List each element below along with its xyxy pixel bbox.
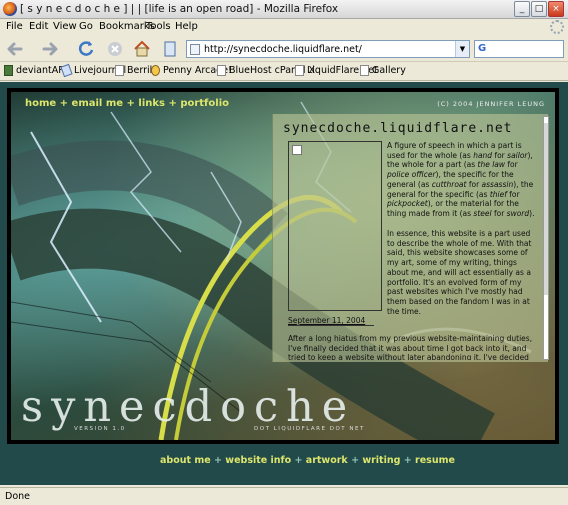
page-icon — [115, 65, 124, 76]
definition-paragraph: A figure of speech in which a part is us… — [387, 141, 535, 218]
image-placeholder — [288, 141, 382, 311]
bookmark-page-button[interactable] — [160, 39, 180, 59]
back-arrow-icon — [7, 42, 23, 56]
bottom-separator: + — [294, 455, 303, 466]
navigation-toolbar: http://synecdoche.liquidflare.net/ ▼ G — [0, 36, 568, 62]
post-divider — [288, 325, 374, 326]
copyright-text: (C) 2004 JENNIFER LEUNG — [437, 100, 545, 108]
stop-button[interactable] — [105, 39, 125, 59]
menu-edit[interactable]: Edit — [29, 21, 48, 32]
bottom-separator: + — [214, 455, 222, 466]
page-icon — [295, 65, 304, 76]
window-title: [ s y n e c d o c h e ] | | [life is an … — [20, 3, 339, 15]
page-icon — [164, 41, 176, 57]
maximize-button[interactable]: □ — [531, 1, 547, 17]
close-button[interactable]: × — [548, 1, 564, 17]
search-box[interactable]: G — [474, 40, 564, 58]
address-input[interactable]: http://synecdoche.liquidflare.net/ — [204, 44, 362, 55]
forward-button[interactable] — [40, 39, 60, 59]
nav-email-link[interactable]: email me — [72, 98, 124, 109]
livejournal-icon — [60, 63, 73, 78]
menu-file[interactable]: File — [6, 21, 23, 32]
address-bar[interactable]: http://synecdoche.liquidflare.net/ ▼ — [186, 40, 470, 58]
version-label: VERSION 1.0 — [74, 426, 126, 432]
reload-icon — [78, 41, 94, 56]
back-button[interactable] — [5, 39, 25, 59]
url-dropdown-icon[interactable]: ▼ — [455, 41, 469, 57]
stop-icon — [108, 42, 122, 56]
reload-button[interactable] — [76, 39, 96, 59]
domain-label: DOT LIQUIDFLARE DOT NET — [254, 426, 365, 432]
bookmark-berrik[interactable]: Berrik — [115, 65, 155, 76]
header-artwork: home + email me + links + portfolio (C) … — [11, 92, 555, 440]
home-button[interactable] — [132, 39, 152, 59]
penny-arcade-icon — [151, 65, 160, 76]
site-frame: home + email me + links + portfolio (C) … — [7, 88, 559, 444]
nav-home-link[interactable]: home — [25, 98, 56, 109]
menu-go[interactable]: Go — [79, 21, 93, 32]
bottom-resume-link[interactable]: resume — [415, 455, 455, 466]
nav-links-link[interactable]: links — [138, 98, 165, 109]
page-icon — [360, 65, 369, 76]
menu-help[interactable]: Help — [175, 21, 198, 32]
site-top-nav: home + email me + links + portfolio — [25, 98, 229, 109]
home-icon — [134, 40, 150, 57]
page-icon — [217, 65, 226, 76]
site-bottom-nav: about me + website info + artwork + writ… — [160, 455, 455, 466]
google-icon[interactable]: G — [478, 43, 486, 54]
page-viewport: home + email me + links + portfolio (C) … — [0, 82, 568, 485]
menu-view[interactable]: View — [53, 21, 77, 32]
page-favicon-icon — [190, 44, 200, 55]
forward-arrow-icon — [42, 42, 58, 56]
bottom-separator: + — [351, 455, 360, 466]
essence-paragraph: In essence, this website is a part used … — [387, 229, 532, 316]
bookmark-gallery[interactable]: Gallery — [360, 65, 406, 76]
minimize-button[interactable]: _ — [514, 1, 530, 17]
bottom-artwork-link[interactable]: artwork — [306, 455, 348, 466]
bottom-website-info-link[interactable]: website info — [225, 455, 291, 466]
bookmark-label: Gallery — [372, 65, 406, 76]
scrollbar-thumb[interactable] — [544, 123, 548, 295]
broken-image-icon — [292, 145, 302, 155]
firefox-icon — [3, 2, 17, 16]
title-bar: [ s y n e c d o c h e ] | | [life is an … — [0, 0, 568, 19]
status-bar: Done — [0, 487, 568, 505]
nav-separator: + — [123, 98, 139, 109]
post-date-link[interactable]: September 11, 2004 — [288, 316, 365, 325]
bookmarks-toolbar: deviantART Livejournal Berrik Penny Arca… — [0, 63, 568, 81]
menu-tools[interactable]: Tools — [146, 21, 171, 32]
deviantart-icon — [4, 65, 13, 76]
menu-bar: File Edit View Go Bookmarks Tools Help — [0, 19, 568, 36]
content-panel: synecdoche.liquidflare.net A figure of s… — [272, 114, 549, 362]
nav-separator: + — [56, 98, 72, 109]
panel-scrollbar[interactable] — [543, 116, 549, 360]
site-logo-title: synecdoche — [21, 382, 356, 432]
nav-portfolio-link[interactable]: portfolio — [180, 98, 229, 109]
panel-title: synecdoche.liquidflare.net — [283, 121, 513, 136]
bottom-writing-link[interactable]: writing — [362, 455, 400, 466]
throbber-icon — [550, 20, 564, 34]
nav-separator: + — [164, 98, 181, 109]
post-body: After a long hiatus from my previous web… — [288, 334, 533, 360]
status-text: Done — [5, 491, 30, 502]
bottom-separator: + — [403, 455, 412, 466]
bottom-about-link[interactable]: about me — [160, 455, 211, 466]
